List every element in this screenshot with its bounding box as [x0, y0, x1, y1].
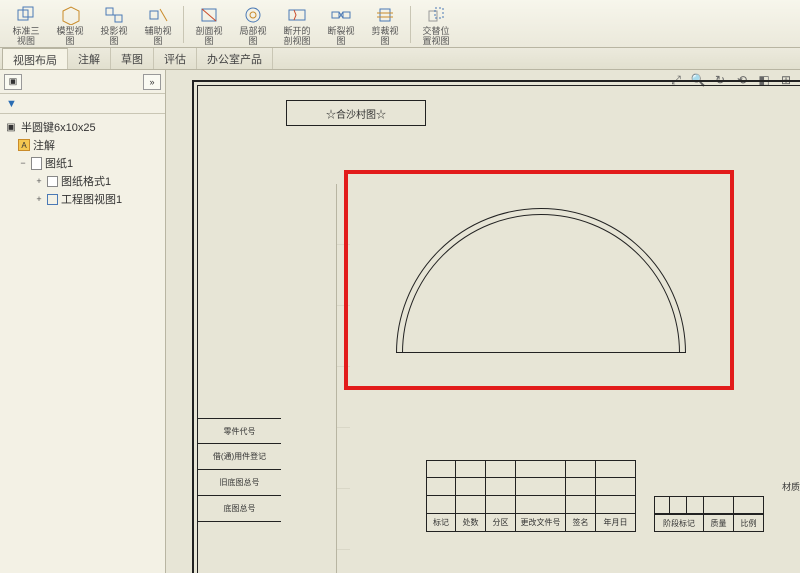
sheet-icon	[31, 157, 42, 170]
titleblock-left: 零件代号 借(通)用件登记 旧底图总号 底图总号	[197, 418, 281, 522]
tb-grid-row3	[426, 496, 636, 514]
tree-annotate[interactable]: A 注解	[2, 136, 163, 154]
broken-icon	[285, 4, 309, 26]
tb-grid-row1	[426, 460, 636, 478]
tb-row-2: 旧底图总号	[197, 470, 281, 496]
tab-view-layout[interactable]: 视图布局	[2, 48, 68, 69]
tree-sheet-format[interactable]: + 图纸格式1	[2, 172, 163, 190]
ribbon-label: 交替位 置视图	[422, 26, 449, 46]
ribbon-separator	[183, 6, 184, 43]
ribbon-separator	[410, 6, 411, 43]
panel-toolbar: ▣ »	[0, 70, 165, 94]
tb-label: 借(通)用件登记	[213, 451, 266, 462]
filter-icon: ▼	[6, 98, 17, 110]
tab-sketch[interactable]: 草图	[111, 48, 154, 69]
format-icon	[47, 176, 58, 187]
tb-label: 底图总号	[224, 503, 256, 514]
ribbon-std-three-view[interactable]: 标准三 视图	[4, 2, 48, 47]
ribbon-break-view[interactable]: 断裂视 图	[319, 2, 363, 47]
detail-icon	[241, 4, 265, 26]
command-tabs: 视图布局 注解 草图 评估 办公室产品	[0, 48, 800, 70]
tb-h: 年月日	[604, 517, 628, 528]
tree-sheet-format-label: 图纸格式1	[61, 173, 111, 189]
tb-label: 旧底图总号	[220, 477, 260, 488]
tree-drawing-view-label: 工程图视图1	[61, 191, 122, 207]
main-split: ▣ » ▼ ▣ 半圆键6x10x25 A 注解 − 图纸1 +	[0, 70, 800, 573]
tb-row-1: 借(通)用件登记	[197, 444, 281, 470]
tab-office[interactable]: 办公室产品	[197, 48, 273, 69]
ribbon-label: 断裂视 图	[327, 26, 354, 46]
panel-config-icon[interactable]: ▣	[4, 74, 22, 90]
tb-h: 更改文件号	[521, 517, 561, 528]
ribbon-section-view[interactable]: 剖面视 图	[187, 2, 231, 47]
ribbon-label: 局部视 图	[239, 26, 266, 46]
drawing-icon: ▣	[4, 120, 18, 134]
tb-h: 阶段标记	[663, 518, 695, 529]
break-icon	[329, 4, 353, 26]
section-icon	[197, 4, 221, 26]
crop-icon	[373, 4, 397, 26]
arc-baseline	[396, 352, 686, 353]
tb-grid-headers: 标记 处数 分区 更改文件号 签名 年月日 阶段标记 质量 比例	[426, 514, 764, 532]
tree-sheet-label: 图纸1	[45, 155, 73, 171]
cube-icon	[14, 4, 38, 26]
tb-material: 材质 <未指定>	[782, 480, 800, 493]
tree-drawing-view[interactable]: + 工程图视图1	[2, 190, 163, 208]
tree-annotate-label: 注解	[33, 137, 55, 153]
tb-grid-row2	[426, 478, 636, 496]
ribbon-aux-view[interactable]: 辅助视 图	[136, 2, 180, 47]
ribbon-toolbar: 标准三 视图 模型视 图 投影视 图 辅助视 图 剖面视 图 局部视 图 断开的…	[0, 0, 800, 48]
drawing-view-half-circle[interactable]	[396, 208, 686, 353]
drawing-canvas[interactable]: ⤢ 🔍 ↻ ⟲ ◧ ⊞ ☆合沙村图☆ 零件代号 借(通)用件登记 旧底图总号	[166, 70, 800, 573]
ribbon-label: 剪裁视 图	[371, 26, 398, 46]
tb-h: 处数	[463, 517, 479, 528]
tree-sheet[interactable]: − 图纸1	[2, 154, 163, 172]
ribbon-model-view[interactable]: 模型视 图	[48, 2, 92, 47]
altpos-icon	[424, 4, 448, 26]
tb-h: 签名	[573, 517, 589, 528]
box-icon	[58, 4, 82, 26]
ribbon-label: 断开的 剖视图	[283, 26, 310, 46]
expand-icon[interactable]: +	[34, 176, 44, 186]
panel-expand-icon[interactable]: »	[143, 74, 161, 90]
aux-icon	[146, 4, 170, 26]
project-icon	[102, 4, 126, 26]
ribbon-alt-pos-view[interactable]: 交替位 置视图	[414, 2, 458, 47]
ribbon-label: 标准三 视图	[12, 26, 39, 46]
tb-row-3: 底图总号	[197, 496, 281, 522]
ribbon-label: 投影视 图	[100, 26, 127, 46]
drawing-tag-text: ☆合沙村图☆	[326, 106, 386, 121]
ribbon-label: 辅助视 图	[144, 26, 171, 46]
tb-material-text: 材质 <未指定>	[782, 482, 800, 492]
tb-h: 质量	[711, 518, 727, 529]
ribbon-crop-view[interactable]: 剪裁视 图	[363, 2, 407, 47]
tb-h: 标记	[433, 517, 449, 528]
drawing-tag: ☆合沙村图☆	[286, 100, 426, 126]
tb-h: 分区	[493, 517, 509, 528]
annotate-icon: A	[18, 139, 30, 151]
ribbon-detail-view[interactable]: 局部视 图	[231, 2, 275, 47]
view-icon	[47, 194, 58, 205]
ribbon-broken-section[interactable]: 断开的 剖视图	[275, 2, 319, 47]
tb-row-0: 零件代号	[197, 418, 281, 444]
ribbon-projected-view[interactable]: 投影视 图	[92, 2, 136, 47]
tree-root[interactable]: ▣ 半圆键6x10x25	[2, 118, 163, 136]
feature-panel: ▣ » ▼ ▣ 半圆键6x10x25 A 注解 − 图纸1 +	[0, 70, 166, 573]
tab-annotate[interactable]: 注解	[68, 48, 111, 69]
tb-h: 比例	[741, 518, 757, 529]
feature-tree: ▣ 半圆键6x10x25 A 注解 − 图纸1 + 图纸格式1 + 工程图视图1	[0, 114, 165, 573]
ribbon-label: 模型视 图	[56, 26, 83, 46]
tab-evaluate[interactable]: 评估	[154, 48, 197, 69]
panel-filter[interactable]: ▼	[0, 94, 165, 114]
collapse-icon[interactable]: −	[18, 158, 28, 168]
expand-icon[interactable]: +	[34, 194, 44, 204]
ribbon-label: 剖面视 图	[195, 26, 222, 46]
tb-label: 零件代号	[224, 426, 256, 437]
tree-root-label: 半圆键6x10x25	[21, 119, 96, 135]
tb-grid-right	[654, 496, 764, 514]
